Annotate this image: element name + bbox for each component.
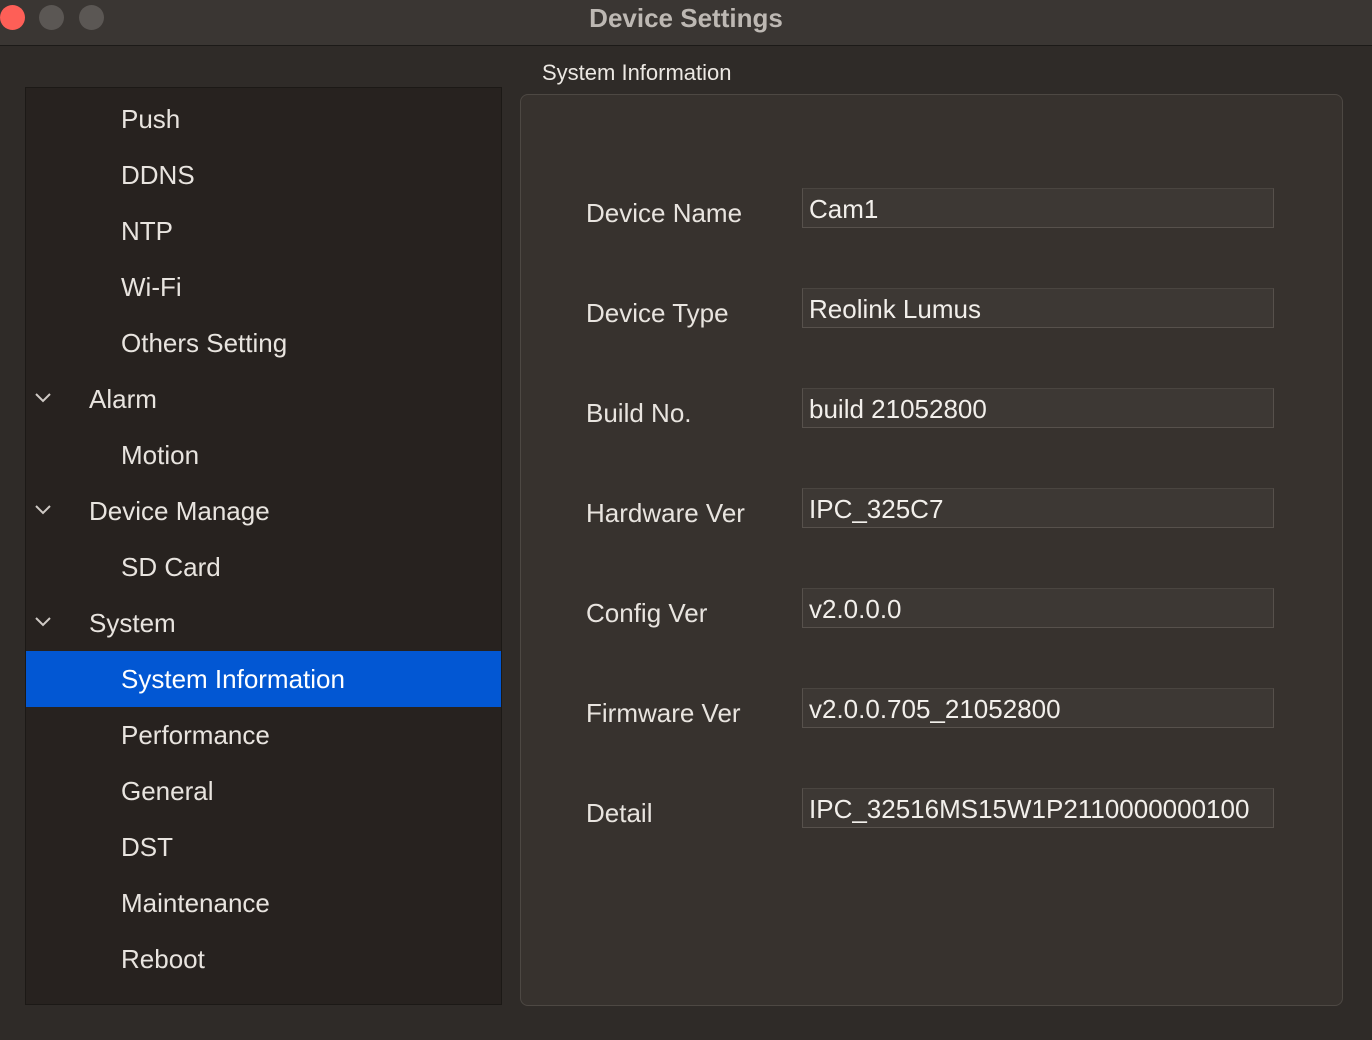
device-name-label: Device Name bbox=[586, 198, 743, 228]
sidebar-item-others-setting[interactable]: Others Setting bbox=[26, 315, 501, 371]
detail-label: Detail bbox=[586, 798, 653, 828]
firmware-version-label: Firmware Ver bbox=[586, 698, 741, 728]
sidebar-group-label: Alarm bbox=[89, 384, 157, 414]
sidebar-item-performance[interactable]: Performance bbox=[26, 707, 501, 763]
sidebar-item-maintenance[interactable]: Maintenance bbox=[26, 875, 501, 931]
sidebar-item-label: Others Setting bbox=[121, 328, 288, 358]
config-version-field[interactable]: v2.0.0.0 bbox=[802, 588, 1274, 628]
sidebar-item-dst[interactable]: DST bbox=[26, 819, 501, 875]
sidebar-group-device-manage[interactable]: Device Manage bbox=[26, 483, 501, 539]
sidebar-item-label: DST bbox=[121, 832, 173, 862]
sidebar-item-wifi[interactable]: Wi-Fi bbox=[26, 259, 501, 315]
config-version-label: Config Ver bbox=[586, 598, 708, 628]
sidebar-item-label: Maintenance bbox=[121, 888, 270, 918]
sidebar-item-label: Motion bbox=[121, 440, 200, 470]
sidebar-item-sd-card[interactable]: SD Card bbox=[26, 539, 501, 595]
sidebar-item-label: SD Card bbox=[121, 552, 221, 582]
hardware-version-field[interactable]: IPC_325C7 bbox=[802, 488, 1274, 528]
sidebar-item-general[interactable]: General bbox=[26, 763, 501, 819]
sidebar-item-push[interactable]: Push bbox=[26, 91, 501, 147]
window-title: Device Settings bbox=[589, 3, 783, 33]
sidebar-item-label: Performance bbox=[121, 720, 270, 750]
sidebar-item-ddns[interactable]: DDNS bbox=[26, 147, 501, 203]
chevron-down-icon[interactable] bbox=[34, 389, 52, 407]
chevron-down-icon[interactable] bbox=[34, 501, 52, 519]
sidebar-item-motion[interactable]: Motion bbox=[26, 427, 501, 483]
sidebar-group-system[interactable]: System bbox=[26, 595, 501, 651]
sidebar-item-label: NTP bbox=[121, 216, 173, 246]
build-number-label: Build No. bbox=[586, 398, 692, 428]
title-bar: Device Settings bbox=[0, 0, 1372, 46]
section-title: System Information bbox=[542, 60, 732, 85]
sidebar-group-label: Device Manage bbox=[89, 496, 270, 526]
sidebar-item-system-information[interactable]: System Information bbox=[26, 651, 501, 707]
device-type-label: Device Type bbox=[586, 298, 729, 328]
sidebar-item-label: General bbox=[121, 776, 214, 806]
sidebar-item-label: Reboot bbox=[121, 944, 205, 974]
detail-field[interactable]: IPC_32516MS15W1P2110000000100 bbox=[802, 788, 1274, 828]
sidebar-group-label: System bbox=[89, 608, 176, 638]
device-type-field[interactable]: Reolink Lumus bbox=[802, 288, 1274, 328]
sidebar-item-reboot[interactable]: Reboot bbox=[26, 931, 501, 987]
sidebar-item-label: System Information bbox=[121, 664, 345, 694]
device-name-field[interactable]: Cam1 bbox=[802, 188, 1274, 228]
sidebar-item-label: Wi-Fi bbox=[121, 272, 182, 302]
system-information-panel bbox=[520, 94, 1343, 1006]
sidebar-item-label: DDNS bbox=[121, 160, 195, 190]
settings-sidebar: Push DDNS NTP Wi-Fi Others Setting Alarm… bbox=[25, 87, 502, 1005]
chevron-down-icon[interactable] bbox=[34, 613, 52, 631]
hardware-version-label: Hardware Ver bbox=[586, 498, 745, 528]
sidebar-group-alarm[interactable]: Alarm bbox=[26, 371, 501, 427]
sidebar-item-label: Push bbox=[121, 104, 181, 134]
firmware-version-field[interactable]: v2.0.0.705_21052800 bbox=[802, 688, 1274, 728]
sidebar-item-ntp[interactable]: NTP bbox=[26, 203, 501, 259]
build-number-field[interactable]: build 21052800 bbox=[802, 388, 1274, 428]
